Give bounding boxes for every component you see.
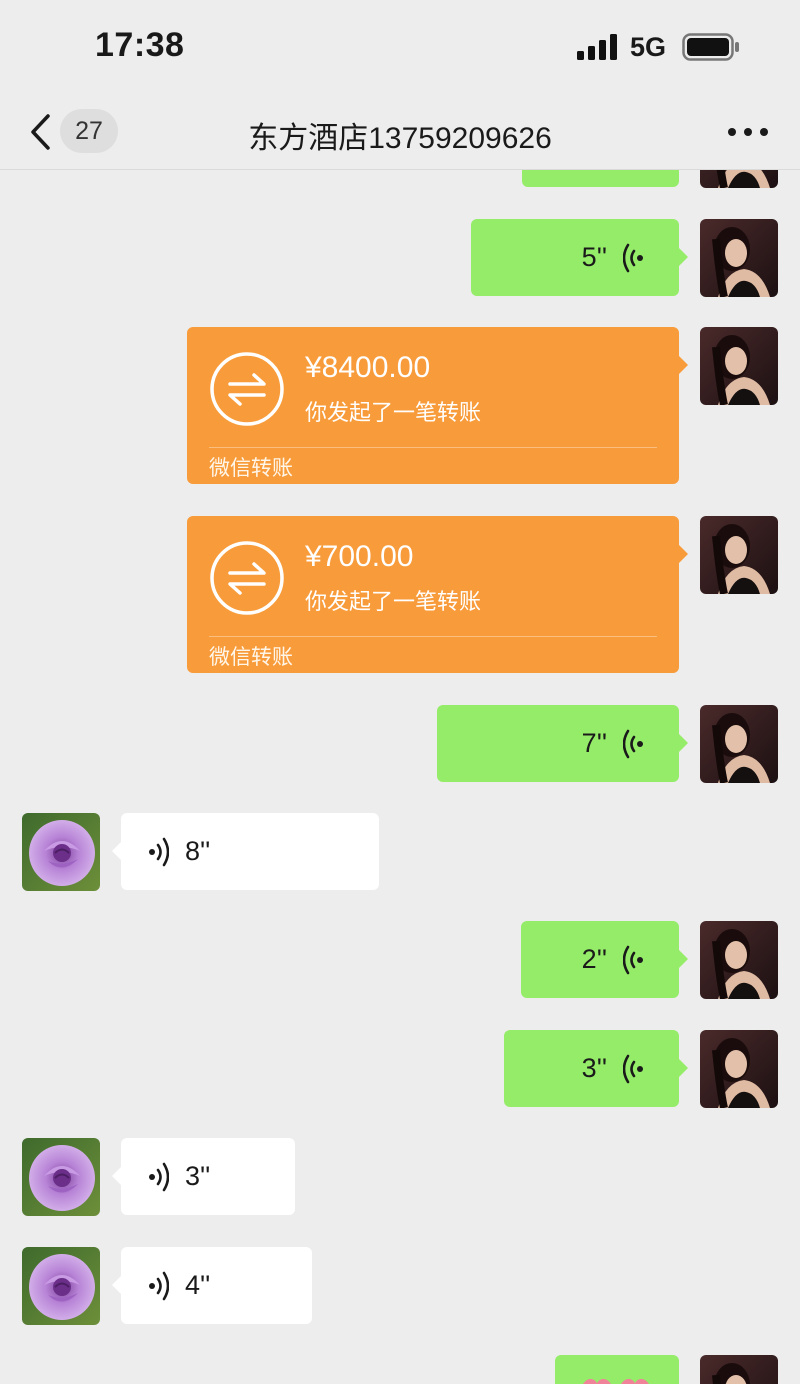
voice-duration: 7'' (581, 728, 607, 758)
battery-icon (682, 33, 739, 61)
voice-message-sent[interactable]: 2'' (521, 921, 688, 998)
voice-duration: 3'' (185, 1161, 211, 1191)
self-avatar[interactable] (700, 1030, 778, 1108)
transfer-card[interactable]: ¥700.00 你发起了一笔转账 微信转账 (187, 516, 688, 673)
divider (209, 447, 657, 448)
voice-duration: 3'' (581, 1053, 607, 1083)
divider (209, 636, 657, 637)
bubble-tail (678, 949, 688, 969)
message-bubble-partial[interactable] (522, 170, 679, 187)
bubble-tail (112, 1275, 122, 1295)
heart-icon (583, 1378, 649, 1384)
voice-wave-icon (147, 1271, 169, 1301)
voice-duration: 8'' (185, 836, 211, 866)
transfer-source-label: 微信转账 (209, 646, 293, 669)
transfer-source-label: 微信转账 (209, 457, 293, 480)
contact-avatar[interactable] (22, 1138, 100, 1216)
transfer-description: 你发起了一笔转账 (305, 589, 482, 614)
voice-duration: 5'' (581, 242, 607, 272)
voice-wave-icon (623, 243, 645, 273)
voice-message-received[interactable]: 8'' (112, 813, 379, 890)
voice-duration: 4'' (185, 1270, 211, 1300)
chat-header: 27 东方酒店13759209626 (0, 95, 800, 170)
bubble-tail (678, 355, 688, 375)
message-list[interactable]: 5'' ¥8400.00 你发起了一笔转账 微信转账 ¥700.00 你发起了一… (0, 170, 800, 1384)
status-bar: 17:38 5G (0, 0, 800, 95)
network-type: 5G (630, 32, 667, 62)
bubble-tail (678, 544, 688, 564)
bubble-tail (112, 841, 122, 861)
voice-wave-icon (147, 837, 169, 867)
voice-wave-icon (623, 729, 645, 759)
more-dots-icon[interactable] (722, 117, 774, 147)
voice-wave-icon (623, 945, 645, 975)
self-avatar[interactable] (700, 1355, 778, 1384)
bubble-tail (112, 1166, 122, 1186)
self-avatar[interactable] (700, 705, 778, 783)
status-time: 17:38 (95, 26, 185, 64)
transfer-arrows-icon (210, 541, 284, 615)
self-avatar[interactable] (700, 921, 778, 999)
voice-duration: 2'' (581, 944, 607, 974)
self-avatar[interactable] (700, 327, 778, 405)
transfer-amount: ¥700.00 (305, 540, 414, 573)
self-avatar[interactable] (700, 170, 778, 188)
voice-message-received[interactable]: 4'' (112, 1247, 312, 1324)
voice-message-sent[interactable]: 3'' (504, 1030, 688, 1107)
bubble-tail (678, 247, 688, 267)
emoji-message-partial[interactable] (555, 1355, 688, 1384)
voice-message-sent[interactable]: 5'' (471, 219, 688, 296)
bubble-tail (678, 1058, 688, 1078)
voice-wave-icon (623, 1054, 645, 1084)
chat-title: 东方酒店13759209626 (248, 122, 552, 155)
voice-message-sent[interactable]: 7'' (437, 705, 688, 782)
contact-avatar[interactable] (22, 813, 100, 891)
contact-avatar[interactable] (22, 1247, 100, 1325)
self-avatar[interactable] (700, 516, 778, 594)
cellular-signal-icon (577, 34, 617, 60)
bubble-tail (678, 733, 688, 753)
self-avatar[interactable] (700, 219, 778, 297)
voice-wave-icon (147, 1162, 169, 1192)
transfer-description: 你发起了一笔转账 (305, 400, 482, 425)
transfer-arrows-icon (210, 352, 284, 426)
transfer-amount: ¥8400.00 (305, 351, 431, 384)
voice-message-received[interactable]: 3'' (112, 1138, 295, 1215)
transfer-card[interactable]: ¥8400.00 你发起了一笔转账 微信转账 (187, 327, 688, 484)
